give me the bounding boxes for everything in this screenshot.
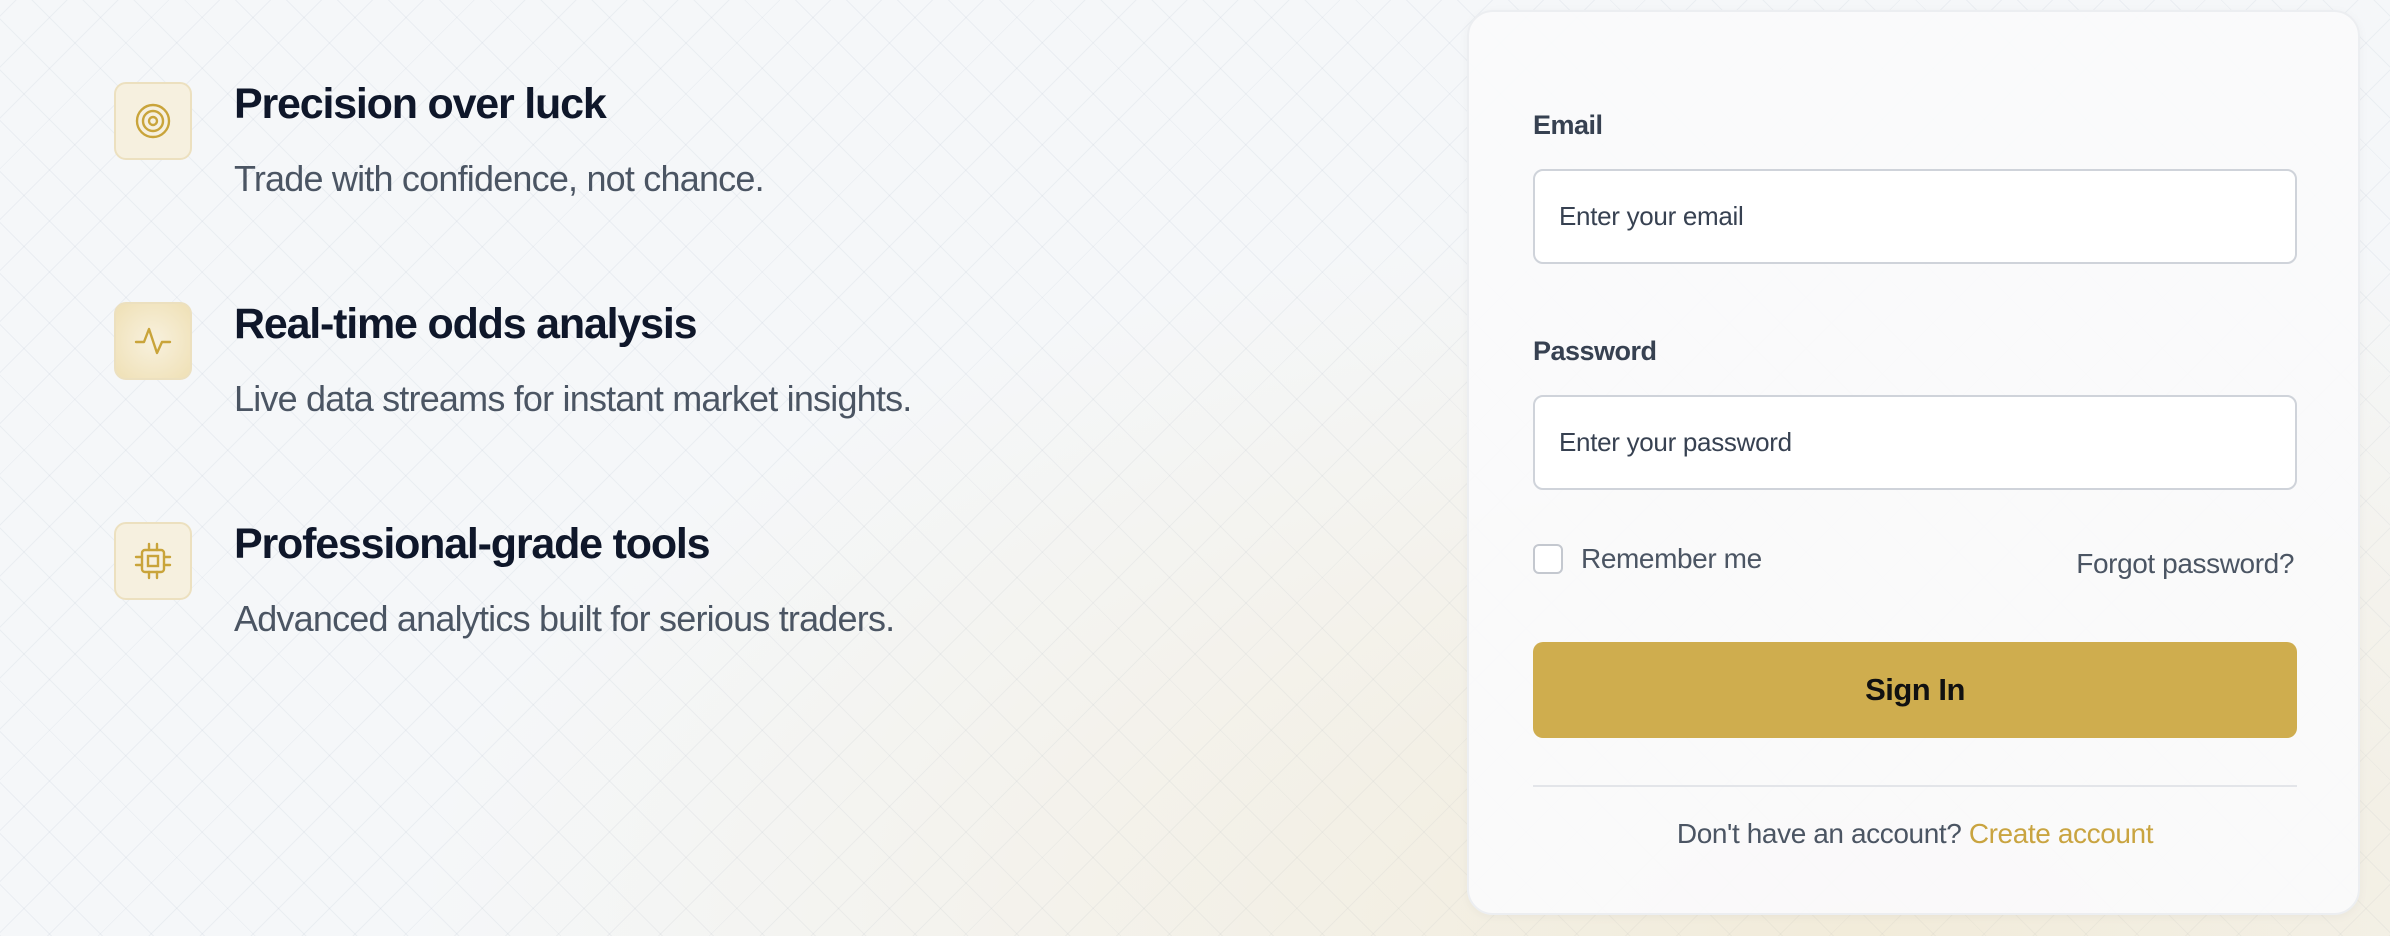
activity-icon [114, 302, 192, 380]
feature-description: Advanced analytics built for serious tra… [234, 598, 895, 639]
feature-item-precision: Precision over luck Trade with confidenc… [114, 74, 1314, 254]
feature-item-tools: Professional-grade tools Advanced analyt… [114, 514, 1314, 694]
email-label: Email [1533, 110, 1603, 140]
feature-description: Live data streams for instant market ins… [234, 378, 912, 419]
feature-description: Trade with confidence, not chance. [234, 158, 765, 199]
signup-prompt-row: Don't have an account? Create account [1533, 814, 2297, 854]
forgot-password-link[interactable]: Forgot password? [2076, 545, 2294, 583]
remember-me-checkbox[interactable] [1533, 544, 1563, 574]
email-field[interactable] [1533, 169, 2297, 264]
create-account-link[interactable]: Create account [1969, 818, 2154, 849]
signup-prompt-text: Don't have an account? [1676, 818, 1969, 849]
feature-title: Professional-grade tools [234, 520, 711, 568]
login-card: Email Password Remember me Forgot passwo… [1467, 10, 2360, 915]
feature-title: Precision over luck [234, 80, 607, 128]
sign-in-button[interactable]: Sign In [1533, 642, 2297, 738]
feature-item-realtime: Real-time odds analysis Live data stream… [114, 294, 1314, 474]
divider [1533, 785, 2297, 787]
chip-icon [114, 522, 192, 600]
feature-title: Real-time odds analysis [234, 300, 698, 348]
password-field[interactable] [1533, 395, 2297, 490]
password-label: Password [1533, 336, 1657, 366]
remember-me-label[interactable]: Remember me [1581, 540, 1762, 578]
target-icon [114, 82, 192, 160]
